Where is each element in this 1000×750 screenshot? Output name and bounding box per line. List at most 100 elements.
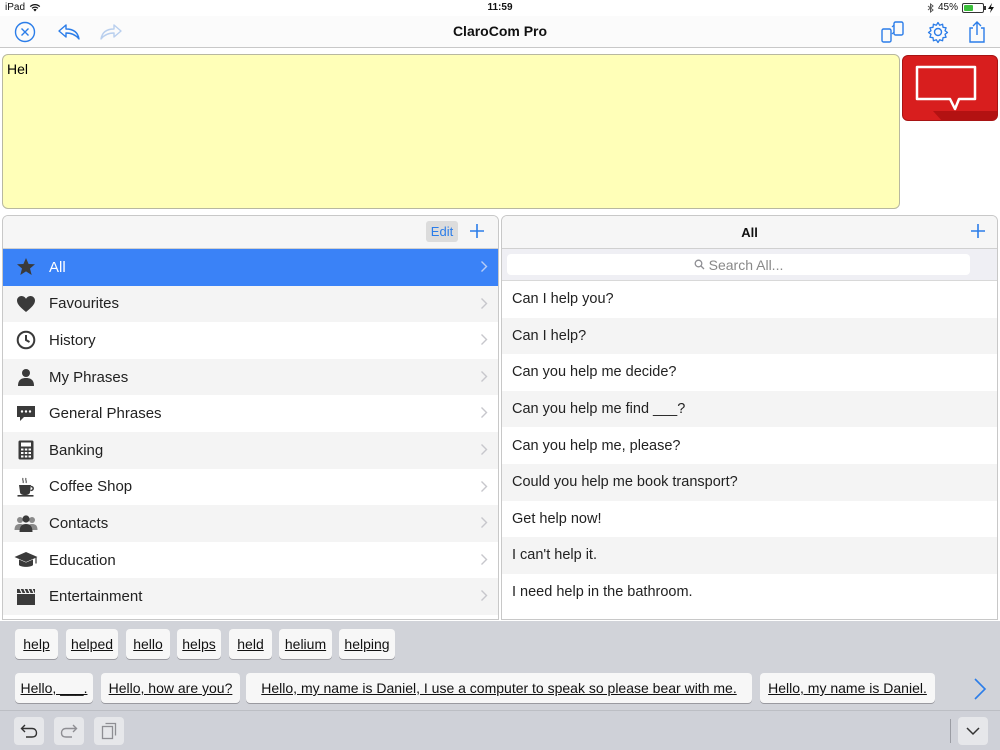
battery-icon — [962, 2, 986, 13]
chevron-right-icon — [480, 480, 488, 497]
plus-icon — [470, 224, 484, 238]
keyboard-redo-button[interactable] — [54, 717, 84, 745]
category-label: Favourites — [49, 295, 120, 313]
chevron-right-icon — [480, 260, 488, 277]
chevron-down-icon — [966, 727, 980, 736]
category-item-my-phrases[interactable]: My Phrases — [3, 358, 498, 396]
category-item-coffee-shop[interactable]: Coffee Shop — [3, 469, 498, 506]
message-text-area[interactable]: Hel — [2, 54, 900, 209]
phrase-item[interactable]: Can you help me, please? — [502, 427, 997, 464]
charging-icon — [988, 2, 994, 13]
word-prediction[interactable]: helps — [177, 629, 221, 659]
clock-icon — [3, 330, 49, 350]
category-item-entertainment[interactable]: Entertainment — [3, 578, 498, 615]
chevron-right-icon — [480, 443, 488, 460]
graduation-cap-icon — [3, 551, 49, 569]
search-bar: Search All... — [502, 249, 997, 281]
word-prediction[interactable]: hello — [126, 629, 170, 659]
category-item-history[interactable]: History — [3, 322, 498, 359]
toolbar-divider — [950, 719, 951, 743]
phrase-item[interactable]: Could you help me book transport? — [502, 463, 997, 501]
status-bar: iPad 11:59 45% — [0, 0, 1000, 16]
chevron-right-icon — [480, 406, 488, 423]
keyboard-undo-button[interactable] — [14, 717, 44, 745]
coffee-cup-icon — [3, 477, 49, 497]
category-label: Entertainment — [49, 588, 143, 606]
paste-icon — [101, 722, 117, 740]
category-label: All — [49, 258, 66, 276]
phrases-panel: All Search All... Can I help you? Can I … — [501, 215, 998, 620]
share-icon — [969, 21, 985, 43]
phrases-title: All — [741, 225, 758, 240]
category-label: My Phrases — [49, 368, 129, 386]
chevron-right-icon — [974, 678, 987, 700]
settings-button[interactable] — [925, 19, 951, 45]
phrases-list: Can I help you? Can I help? Can you help… — [502, 281, 997, 610]
word-prediction[interactable]: helping — [339, 629, 395, 659]
category-label: History — [49, 331, 96, 349]
speech-bubble-icon — [915, 65, 997, 120]
word-prediction[interactable]: helium — [279, 629, 332, 659]
search-input[interactable]: Search All... — [507, 254, 970, 275]
phrase-item[interactable]: Can I help you? — [502, 281, 997, 318]
plus-icon — [971, 224, 985, 238]
category-item-general-phrases[interactable]: General Phrases — [3, 395, 498, 432]
sentence-prediction[interactable]: Hello, ___. — [15, 673, 93, 703]
word-prediction[interactable]: held — [229, 629, 272, 659]
phrase-item[interactable]: Can I help? — [502, 317, 997, 355]
chevron-right-icon — [480, 297, 488, 314]
word-prediction[interactable]: helped — [66, 629, 118, 659]
share-button[interactable] — [964, 19, 990, 45]
search-icon — [694, 259, 705, 270]
dismiss-keyboard-button[interactable] — [958, 717, 988, 745]
phrase-item[interactable]: Get help now! — [502, 501, 997, 538]
redo-icon — [60, 724, 78, 738]
phrases-header: All — [502, 216, 997, 249]
add-category-button[interactable] — [466, 220, 488, 242]
categories-header: Edit — [3, 216, 498, 249]
search-placeholder: Search All... — [708, 256, 784, 273]
chevron-right-icon — [480, 370, 488, 387]
categories-panel: Edit All Favourites History My Phrases G… — [2, 215, 499, 620]
category-label: Education — [49, 551, 116, 569]
prediction-bar: help helped hello helps held helium help… — [0, 621, 1000, 710]
gear-icon — [927, 21, 949, 44]
category-label: General Phrases — [49, 405, 162, 423]
word-prediction[interactable]: help — [15, 629, 58, 659]
sentence-prediction[interactable]: Hello, how are you? — [101, 673, 240, 703]
person-icon — [3, 368, 49, 387]
speak-button[interactable] — [902, 55, 998, 121]
category-item-education[interactable]: Education — [3, 542, 498, 579]
category-item-banking[interactable]: Banking — [3, 431, 498, 469]
chevron-right-icon — [480, 553, 488, 570]
bluetooth-icon — [927, 2, 934, 13]
category-item-all[interactable]: All — [3, 249, 498, 286]
app-title: ClaroCom Pro — [452, 23, 548, 39]
devices-button[interactable] — [880, 19, 906, 45]
category-item-favourites[interactable]: Favourites — [3, 285, 498, 323]
category-label: Coffee Shop — [49, 478, 133, 496]
battery-percent: 45% — [937, 2, 958, 13]
next-predictions-button[interactable] — [972, 677, 988, 701]
phrase-item[interactable]: Can you help me decide? — [502, 354, 997, 391]
heart-icon — [3, 295, 49, 313]
sentence-prediction[interactable]: Hello, my name is Daniel. — [760, 673, 935, 703]
category-label: Banking — [49, 441, 104, 459]
calculator-icon — [3, 440, 49, 460]
add-phrase-button[interactable] — [967, 220, 989, 242]
phrase-item[interactable]: Can you help me find ___? — [502, 390, 997, 428]
edit-button[interactable]: Edit — [426, 221, 458, 242]
clock-time: 11:59 — [487, 2, 513, 13]
category-item-contacts[interactable]: Contacts — [3, 505, 498, 542]
star-icon — [3, 257, 49, 277]
chevron-right-icon — [480, 589, 488, 606]
navigation-bar: ClaroCom Pro — [0, 16, 1000, 48]
undo-icon — [20, 724, 38, 738]
paste-button[interactable] — [94, 717, 124, 745]
speech-bubble-icon — [3, 405, 49, 423]
keyboard-toolbar — [0, 710, 1000, 750]
phrase-item[interactable]: I need help in the bathroom. — [502, 574, 997, 611]
category-label: Contacts — [49, 514, 109, 532]
sentence-prediction[interactable]: Hello, my name is Daniel, I use a comput… — [246, 673, 752, 703]
phrase-item[interactable]: I can't help it. — [502, 537, 997, 574]
